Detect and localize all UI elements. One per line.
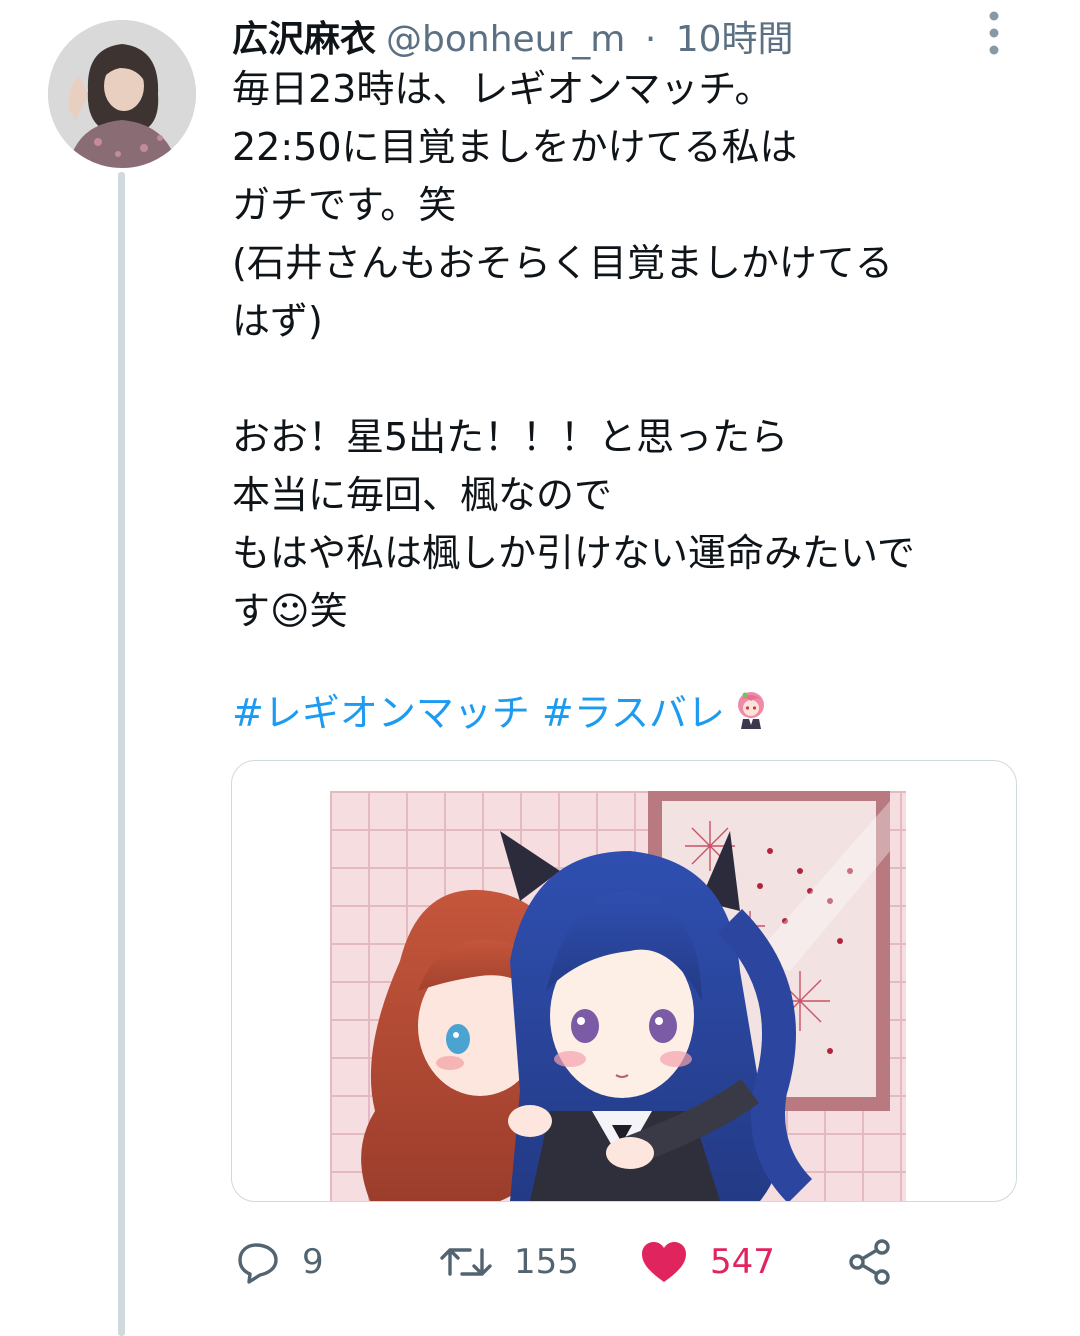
media-card[interactable] [231,760,1017,1202]
retweet-count: 155 [514,1242,579,1282]
avatar-photo [48,20,196,168]
hashtag-line: #レギオンマッチ #ラスバレ [232,684,771,745]
thread-line [118,172,125,1336]
reply-button[interactable]: 9 [236,1230,324,1294]
like-count: 547 [710,1242,775,1282]
author-handle[interactable]: @bonheur_m [386,19,625,60]
meta-separator: · [644,19,657,60]
character-hashflag-icon [731,687,771,745]
heart-filled-icon [642,1242,686,1282]
more-vertical-icon [989,11,999,55]
retweet-icon [440,1248,492,1276]
anime-illustration [330,791,906,1201]
tweet-actions: 9 155 547 [232,1230,1032,1294]
like-button[interactable]: 547 [640,1230,775,1294]
reply-icon [238,1243,278,1284]
hashtag-links[interactable]: #レギオンマッチ #ラスバレ [232,691,725,735]
share-button[interactable] [846,1230,916,1294]
more-options-button[interactable] [980,8,1008,58]
tweet-text: 毎日23時は、レギオンマッチ。 22:50に目覚ましをかけてる私は ガチです。笑… [232,67,915,633]
share-icon [849,1239,890,1285]
author-name[interactable]: 広沢麻衣 [232,19,376,60]
reply-count: 9 [302,1242,324,1282]
avatar[interactable] [48,20,196,168]
retweet-button[interactable]: 155 [440,1230,579,1294]
tweet-time[interactable]: 10時間 [676,19,794,60]
tweet-header: 広沢麻衣 @bonheur_m · 10時間 [232,10,794,62]
